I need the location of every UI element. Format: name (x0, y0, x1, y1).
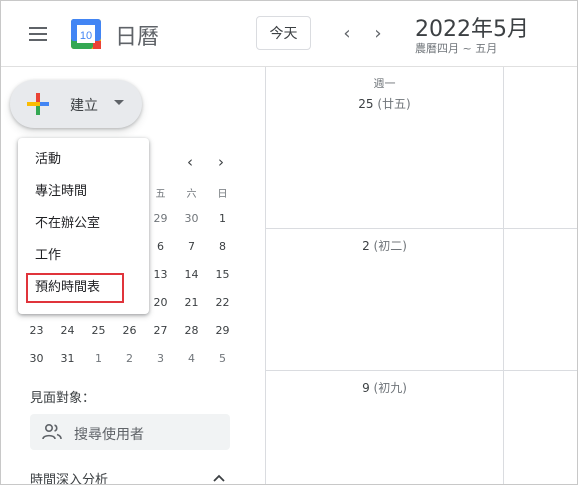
mini-cal-day[interactable]: 23 (21, 321, 52, 341)
lunar-date: (廿五) (377, 97, 411, 111)
time-insights-label: 時間深入分析 (30, 473, 109, 485)
mini-cal-week: 30 31 1 2 3 4 5 (21, 349, 241, 369)
mini-cal-day[interactable]: 29 (207, 321, 238, 341)
menu-item-task[interactable]: 工作 (18, 240, 149, 272)
day-number: 2 (362, 239, 370, 253)
mini-cal-day[interactable]: 28 (176, 321, 207, 341)
column-divider (503, 67, 504, 484)
lunar-date: (初九) (373, 381, 407, 395)
mini-cal-day[interactable]: 26 (114, 321, 145, 341)
day-date: 25 (廿五) (266, 95, 503, 112)
mini-cal-day[interactable]: 8 (207, 237, 238, 257)
mini-cal-day[interactable]: 31 (52, 349, 83, 369)
day-of-week: 週一 (373, 77, 396, 90)
mini-cal-day[interactable]: 21 (176, 293, 207, 313)
calendar-grid: 週一 25 (廿五) 2 (初二) 9 (初九) (265, 67, 577, 484)
app-title: 日曆 (115, 25, 160, 50)
mini-cal-day[interactable]: 29 (145, 209, 176, 229)
menu-item-event[interactable]: 活動 (18, 144, 149, 176)
main-menu-icon[interactable] (21, 21, 55, 49)
mini-cal-day[interactable]: 20 (145, 293, 176, 313)
plus-icon (27, 93, 49, 115)
day-number: 9 (362, 381, 370, 395)
day-date: 9 (初九) (266, 379, 503, 396)
mini-cal-day[interactable]: 4 (176, 349, 207, 369)
day-date: 2 (初二) (266, 237, 503, 254)
logo-number: 10 (80, 30, 92, 42)
weekday-header: 日 (217, 189, 228, 200)
weekday-header: 五 (155, 189, 166, 200)
calendar-logo-icon: 10 (71, 19, 101, 49)
mini-cal-day[interactable]: 30 (21, 349, 52, 369)
menu-item-out-of-office[interactable]: 不在辦公室 (18, 208, 149, 240)
create-button[interactable]: 建立 (10, 80, 142, 128)
mini-cal-week: 23 24 25 26 27 28 29 (21, 321, 241, 341)
mini-cal-day[interactable]: 2 (114, 349, 145, 369)
today-button[interactable]: 今天 (256, 16, 311, 50)
caret-down-icon (114, 100, 124, 105)
mini-cal-day[interactable]: 6 (145, 237, 176, 257)
mini-cal-day[interactable]: 14 (176, 265, 207, 285)
chevron-left-icon[interactable]: ‹ (337, 23, 357, 44)
lunar-month-range: 農曆四月 ~ 五月 (415, 42, 498, 55)
people-icon (42, 423, 62, 440)
weekday-header: 六 (186, 189, 197, 200)
lunar-date: (初二) (373, 239, 407, 253)
mini-cal-day[interactable]: 13 (145, 265, 176, 285)
chevron-right-icon[interactable]: › (368, 23, 388, 44)
menu-item-appointment-schedule[interactable]: 預約時間表 (18, 272, 149, 304)
top-header: 10 日曆 今天 ‹ › 2022年5月 農曆四月 ~ 五月 (1, 1, 577, 67)
mini-cal-day[interactable]: 3 (145, 349, 176, 369)
create-button-label: 建立 (70, 98, 98, 114)
day-header[interactable]: 2 (初二) (266, 237, 503, 254)
day-header[interactable]: 週一 25 (廿五) (266, 75, 503, 112)
mini-cal-next-icon[interactable]: › (213, 153, 229, 171)
mini-cal-day[interactable]: 30 (176, 209, 207, 229)
day-header[interactable]: 9 (初九) (266, 379, 503, 396)
day-number: 25 (358, 97, 374, 111)
week-divider (266, 228, 577, 229)
mini-cal-day[interactable]: 22 (207, 293, 238, 313)
mini-cal-day[interactable]: 27 (145, 321, 176, 341)
mini-cal-day[interactable]: 1 (207, 209, 238, 229)
mini-cal-day[interactable]: 1 (83, 349, 114, 369)
month-title: 2022年5月 (415, 17, 529, 42)
meet-with-label: 見面對象： (30, 391, 96, 406)
mini-cal-day[interactable]: 5 (207, 349, 238, 369)
search-users-input[interactable]: 搜尋使用者 (30, 414, 230, 450)
menu-item-focus-time[interactable]: 專注時間 (18, 176, 149, 208)
week-divider (266, 370, 577, 371)
calendar-window: 10 日曆 今天 ‹ › 2022年5月 農曆四月 ~ 五月 建立 ‹ › 五 … (0, 0, 578, 485)
mini-cal-day[interactable]: 24 (52, 321, 83, 341)
mini-cal-day[interactable]: 7 (176, 237, 207, 257)
chevron-up-icon[interactable] (213, 473, 225, 483)
create-dropdown-menu: 活動 專注時間 不在辦公室 工作 預約時間表 (18, 138, 149, 314)
mini-cal-prev-icon[interactable]: ‹ (182, 153, 198, 171)
search-users-placeholder: 搜尋使用者 (74, 427, 144, 443)
mini-cal-day[interactable]: 25 (83, 321, 114, 341)
mini-cal-day[interactable]: 15 (207, 265, 238, 285)
